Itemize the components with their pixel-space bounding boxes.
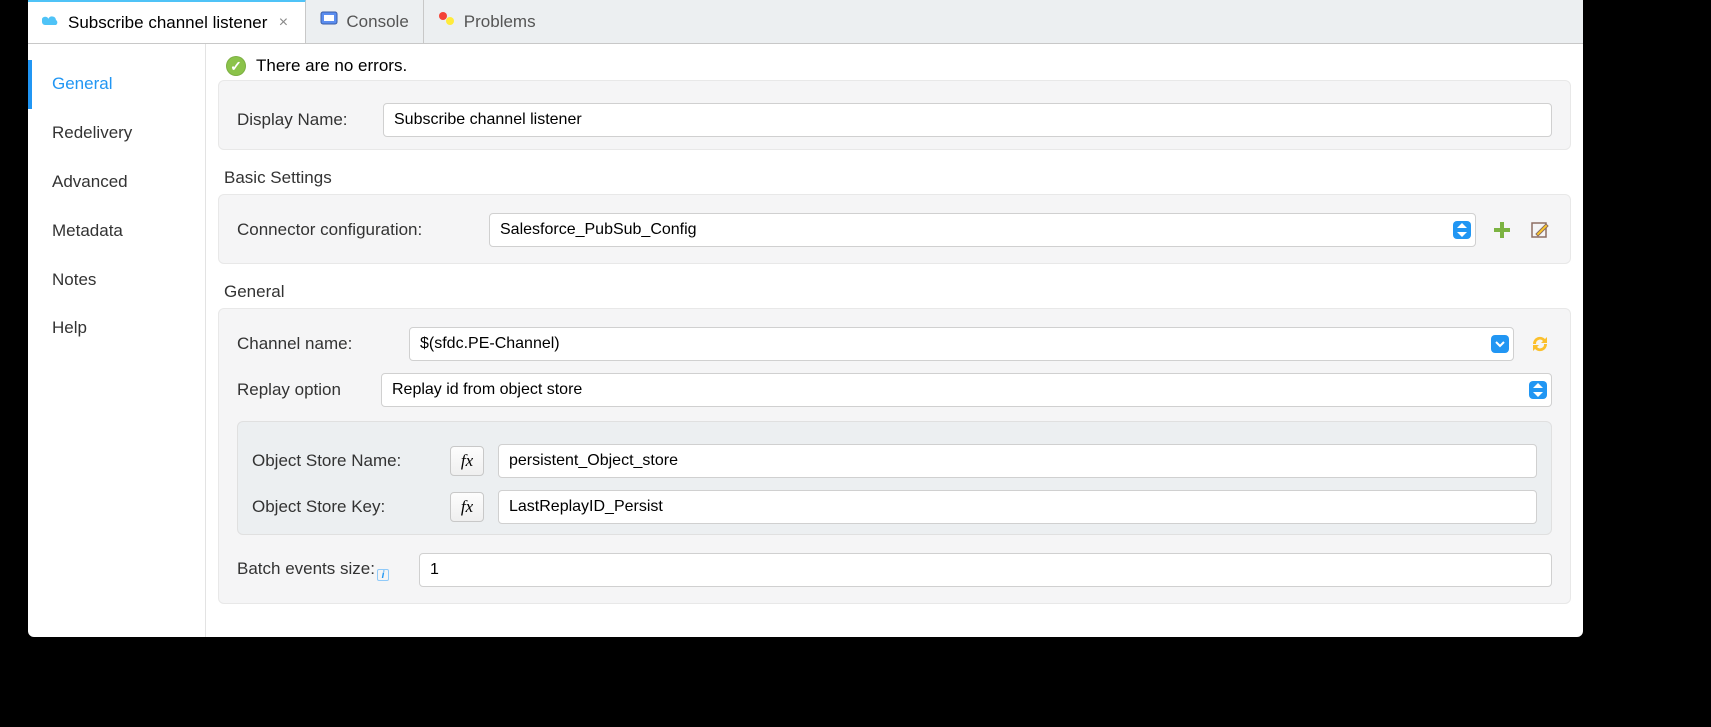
batch-size-input[interactable] [419,553,1552,587]
sidebar-item-general[interactable]: General [28,60,199,109]
info-icon[interactable]: i [377,569,389,581]
select-updown-icon [1453,221,1471,239]
tab-listener-label: Subscribe channel listener [68,13,267,33]
problems-icon [438,11,456,32]
status-line: ✓ There are no errors. [226,56,1571,76]
connector-config-select[interactable]: Salesforce_PubSub_Config [489,213,1476,247]
object-store-name-label: Object Store Name: [252,451,436,471]
display-name-label: Display Name: [237,110,369,130]
tab-console[interactable]: Console [306,0,423,43]
status-text: There are no errors. [256,56,407,76]
replay-option-value: Replay id from object store [392,381,582,399]
fx-button[interactable]: fx [450,492,484,522]
channel-name-value: $(sfdc.PE-Channel) [420,335,560,353]
close-icon[interactable]: × [275,14,291,32]
tab-problems-label: Problems [464,12,536,32]
edit-config-button[interactable] [1528,218,1552,242]
object-store-key-input[interactable] [498,490,1537,524]
object-store-name-input[interactable] [498,444,1537,478]
sidebar-item-redelivery[interactable]: Redelivery [28,109,199,158]
connector-config-value: Salesforce_PubSub_Config [500,221,697,239]
content-panel: ✓ There are no errors. Display Name: Bas… [206,44,1583,637]
replay-option-select[interactable]: Replay id from object store [381,373,1552,407]
sidebar-item-help[interactable]: Help [28,304,199,353]
fx-button[interactable]: fx [450,446,484,476]
tab-problems[interactable]: Problems [424,0,550,43]
replay-option-label: Replay option [237,380,367,400]
batch-size-label: Batch events size:i [237,559,405,582]
cloud-icon [42,13,60,33]
console-icon [320,11,338,32]
connector-config-label: Connector configuration: [237,220,475,240]
basic-settings-heading: Basic Settings [224,168,1571,188]
display-name-input[interactable] [383,103,1552,137]
general-heading: General [224,282,1571,302]
select-updown-icon [1529,381,1547,399]
sidebar-item-metadata[interactable]: Metadata [28,207,199,256]
editor-window: Subscribe channel listener × Console Pro… [28,0,1583,637]
sidebar-item-notes[interactable]: Notes [28,256,199,305]
channel-name-label: Channel name: [237,334,395,354]
object-store-key-label: Object Store Key: [252,497,436,517]
tab-console-label: Console [346,12,408,32]
refresh-channel-button[interactable] [1528,332,1552,356]
channel-name-select[interactable]: $(sfdc.PE-Channel) [409,327,1514,361]
checkmark-icon: ✓ [226,56,246,76]
chevron-down-icon [1491,335,1509,353]
sidebar: General Redelivery Advanced Metadata Not… [28,44,206,637]
tab-bar: Subscribe channel listener × Console Pro… [28,0,1583,44]
sidebar-item-advanced[interactable]: Advanced [28,158,199,207]
add-config-button[interactable] [1490,218,1514,242]
object-store-group: Object Store Name: fx Object Store Key: … [237,421,1552,535]
tab-listener[interactable]: Subscribe channel listener × [28,0,306,43]
